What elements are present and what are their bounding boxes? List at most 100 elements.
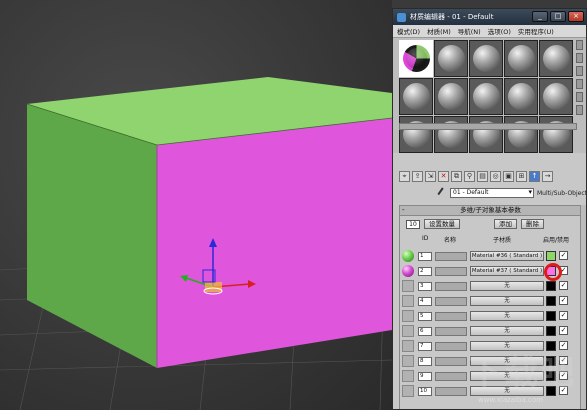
enable-checkbox[interactable]: ✓ bbox=[559, 386, 568, 395]
submaterial-button[interactable]: 无 bbox=[470, 371, 544, 381]
material-editor-window[interactable]: 材质编辑器 - 01 - Default _ □ × 模式(D) 材质(M) 导… bbox=[392, 8, 587, 410]
backlight-icon[interactable] bbox=[576, 53, 583, 63]
sample-slot[interactable] bbox=[434, 116, 468, 153]
enable-checkbox[interactable]: ✓ bbox=[559, 296, 568, 305]
id-field[interactable]: 8 bbox=[418, 357, 432, 366]
enable-checkbox[interactable]: ✓ bbox=[559, 341, 568, 350]
sample-type-icon[interactable] bbox=[576, 40, 583, 50]
sample-slot[interactable] bbox=[504, 40, 538, 77]
box-front-face[interactable] bbox=[157, 118, 392, 368]
maximize-button[interactable]: □ bbox=[550, 11, 566, 22]
sample-slot[interactable] bbox=[539, 40, 573, 77]
sample-slot[interactable] bbox=[469, 40, 503, 77]
name-field[interactable] bbox=[435, 312, 467, 321]
material-name-field[interactable]: 01 - Default bbox=[450, 188, 534, 198]
rollout-scrollbar[interactable] bbox=[580, 205, 586, 409]
close-button[interactable]: × bbox=[568, 11, 584, 22]
go-to-parent-icon[interactable]: ↑ bbox=[529, 170, 540, 182]
color-swatch[interactable] bbox=[546, 356, 556, 366]
enable-checkbox[interactable]: ✓ bbox=[559, 311, 568, 320]
sample-slot[interactable] bbox=[399, 116, 433, 153]
viewport-3d[interactable] bbox=[0, 0, 392, 410]
sample-slot[interactable] bbox=[469, 116, 503, 153]
enable-checkbox[interactable]: ✓ bbox=[559, 281, 568, 290]
enable-checkbox[interactable]: ✓ bbox=[559, 251, 568, 260]
name-field[interactable] bbox=[435, 387, 467, 396]
name-field[interactable] bbox=[435, 267, 467, 276]
material-type-button[interactable]: Multi/Sub-Object bbox=[537, 190, 586, 197]
name-field[interactable] bbox=[435, 252, 467, 261]
menu-utilities[interactable]: 实用程序(U) bbox=[518, 26, 554, 36]
color-swatch[interactable] bbox=[546, 311, 556, 321]
color-swatch[interactable] bbox=[546, 326, 556, 336]
show-in-viewport-icon[interactable]: ▣ bbox=[503, 170, 514, 182]
color-swatch[interactable] bbox=[546, 251, 556, 261]
name-field[interactable] bbox=[435, 342, 467, 351]
color-swatch[interactable] bbox=[546, 341, 556, 351]
box-left-face[interactable] bbox=[27, 104, 157, 368]
header-submaterial[interactable]: 子材质 bbox=[493, 235, 511, 244]
rollout-title[interactable]: - 多维/子对象基本参数 bbox=[400, 206, 581, 216]
put-to-scene-icon[interactable]: ⇪ bbox=[412, 170, 423, 182]
background-icon[interactable] bbox=[576, 66, 583, 76]
get-material-icon[interactable]: ⌖ bbox=[399, 170, 410, 182]
id-field[interactable]: 1 bbox=[418, 252, 432, 261]
submaterial-button[interactable]: 无 bbox=[470, 281, 544, 291]
id-field[interactable]: 3 bbox=[418, 282, 432, 291]
menu-mode[interactable]: 模式(D) bbox=[397, 26, 420, 36]
sample-slot[interactable] bbox=[434, 40, 468, 77]
reset-icon[interactable]: ✕ bbox=[438, 170, 449, 182]
name-field[interactable] bbox=[435, 327, 467, 336]
name-field[interactable] bbox=[435, 372, 467, 381]
slots-scrollbar[interactable] bbox=[399, 123, 577, 130]
id-field[interactable]: 5 bbox=[418, 312, 432, 321]
id-field[interactable]: 10 bbox=[418, 387, 432, 396]
id-field[interactable]: 2 bbox=[418, 267, 432, 276]
menu-options[interactable]: 选项(O) bbox=[488, 26, 511, 36]
set-count-button[interactable]: 设置数量 bbox=[424, 219, 460, 229]
header-id[interactable]: ID bbox=[422, 235, 428, 242]
assign-to-selection-icon[interactable]: ⇲ bbox=[425, 170, 436, 182]
submaterial-button[interactable]: Material #37 ( Standard ) bbox=[470, 266, 544, 276]
menu-material[interactable]: 材质(M) bbox=[427, 26, 451, 36]
name-field[interactable] bbox=[435, 357, 467, 366]
sample-slot[interactable] bbox=[539, 116, 573, 153]
id-field[interactable]: 6 bbox=[418, 327, 432, 336]
name-field[interactable] bbox=[435, 297, 467, 306]
color-swatch[interactable] bbox=[546, 281, 556, 291]
make-unique-icon[interactable]: ⚲ bbox=[464, 170, 475, 182]
sample-slot[interactable] bbox=[399, 40, 433, 77]
sample-slot[interactable] bbox=[434, 78, 468, 115]
submaterial-button[interactable]: 无 bbox=[470, 356, 544, 366]
name-field[interactable] bbox=[435, 282, 467, 291]
pick-material-icon[interactable] bbox=[437, 187, 449, 199]
put-to-library-icon[interactable]: ▤ bbox=[477, 170, 488, 182]
collapse-icon[interactable]: - bbox=[402, 206, 405, 215]
color-swatch[interactable] bbox=[546, 296, 556, 306]
copy-material-icon[interactable]: ⧉ bbox=[451, 170, 462, 182]
go-forward-sibling-icon[interactable]: → bbox=[542, 170, 553, 182]
enable-checkbox[interactable]: ✓ bbox=[559, 356, 568, 365]
color-swatch[interactable] bbox=[546, 386, 556, 396]
sample-slot[interactable] bbox=[504, 116, 538, 153]
add-button[interactable]: 添加 bbox=[494, 219, 517, 229]
options-icon[interactable] bbox=[576, 105, 583, 115]
delete-button[interactable]: 删除 bbox=[521, 219, 544, 229]
sample-slot[interactable] bbox=[469, 78, 503, 115]
sample-slot[interactable] bbox=[539, 78, 573, 115]
submaterial-button[interactable]: 无 bbox=[470, 296, 544, 306]
minimize-button[interactable]: _ bbox=[532, 11, 548, 22]
enable-checkbox[interactable]: ✓ bbox=[559, 326, 568, 335]
id-field[interactable]: 9 bbox=[418, 372, 432, 381]
submaterial-button[interactable]: 无 bbox=[470, 386, 544, 396]
show-end-result-icon[interactable]: ⊞ bbox=[516, 170, 527, 182]
enable-checkbox[interactable]: ✓ bbox=[559, 371, 568, 380]
uv-tiling-icon[interactable] bbox=[576, 79, 583, 89]
sample-slot[interactable] bbox=[399, 78, 433, 115]
title-bar[interactable]: 材质编辑器 - 01 - Default _ □ × bbox=[393, 9, 586, 25]
video-check-icon[interactable] bbox=[576, 92, 583, 102]
id-field[interactable]: 4 bbox=[418, 297, 432, 306]
submaterial-button[interactable]: Material #36 ( Standard ) bbox=[470, 251, 544, 261]
id-field[interactable]: 7 bbox=[418, 342, 432, 351]
submaterial-button[interactable]: 无 bbox=[470, 311, 544, 321]
